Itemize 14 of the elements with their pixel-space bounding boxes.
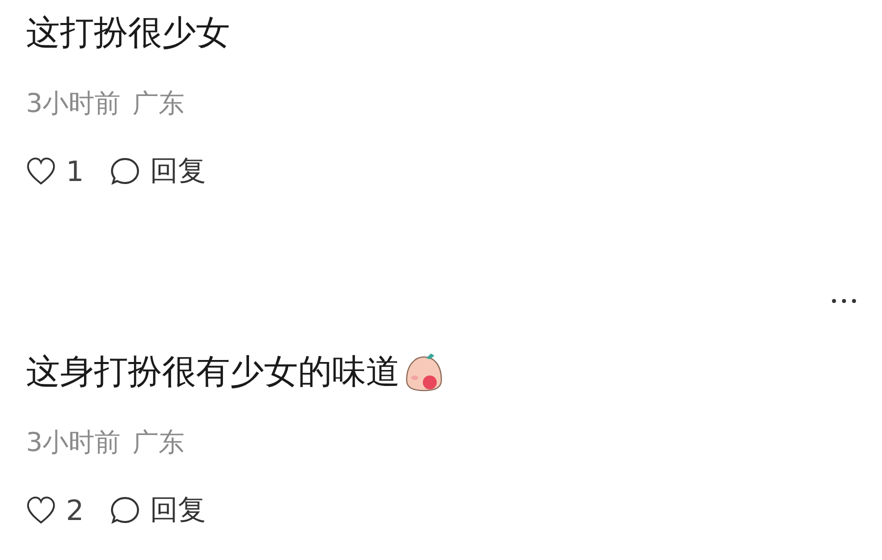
reply-button[interactable]: 回复: [110, 491, 206, 529]
like-button[interactable]: 2: [26, 494, 84, 526]
comment-text: 这打扮很少女: [26, 12, 230, 55]
heart-icon: [26, 495, 56, 525]
comment-text: 这身打扮很有少女的味道: [26, 351, 400, 394]
comment-time: 3小时前: [26, 88, 121, 121]
heart-icon: [26, 156, 56, 186]
reply-button[interactable]: 回复: [110, 152, 206, 190]
like-button[interactable]: 1: [26, 154, 84, 188]
comment-location: 广东: [132, 88, 185, 121]
comment-bubble-icon: [110, 156, 140, 186]
comment-location: 广东: [132, 427, 185, 460]
comment-time: 3小时前: [26, 427, 121, 460]
comment-bubble-icon: [110, 495, 140, 525]
